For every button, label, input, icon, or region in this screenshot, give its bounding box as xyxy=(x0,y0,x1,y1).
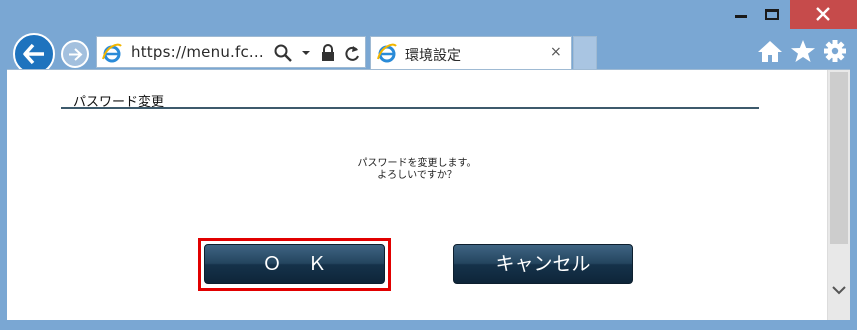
home-icon[interactable] xyxy=(757,39,783,63)
maximize-button[interactable] xyxy=(757,0,787,29)
new-tab-button[interactable] xyxy=(573,36,597,69)
vertical-scrollbar[interactable] xyxy=(827,70,850,320)
chevron-down-icon[interactable] xyxy=(832,284,846,296)
lock-icon[interactable] xyxy=(320,43,336,63)
confirm-message-line2: よろしいですか？ xyxy=(377,170,457,181)
scrollbar-thumb[interactable] xyxy=(830,72,848,244)
gear-icon[interactable] xyxy=(822,39,848,63)
minimize-button[interactable] xyxy=(726,0,756,29)
ie-logo-icon xyxy=(377,43,397,63)
star-icon[interactable] xyxy=(790,39,816,63)
tab-close-button[interactable]: × xyxy=(550,45,562,59)
ie-logo-icon xyxy=(102,43,122,63)
address-bar[interactable]: https://menu.fc... xyxy=(96,36,366,68)
back-arrow-icon xyxy=(23,43,44,65)
ok-button[interactable]: ＯＫ xyxy=(204,244,385,284)
cancel-button[interactable]: キャンセル xyxy=(453,244,633,284)
chevron-down-icon[interactable] xyxy=(300,43,312,63)
refresh-icon[interactable] xyxy=(343,43,361,63)
page-viewport: パスワード変更 パスワードを変更します。 よろしいですか？ ＯＫ キャンセル xyxy=(7,69,850,320)
address-url[interactable]: https://menu.fc... xyxy=(131,43,264,61)
tab-environment-settings[interactable]: 環境設定 × xyxy=(370,36,572,69)
close-icon xyxy=(816,7,830,21)
search-icon[interactable] xyxy=(273,43,293,63)
forward-button[interactable] xyxy=(61,40,89,68)
forward-arrow-icon xyxy=(69,48,83,61)
section-divider xyxy=(61,107,759,109)
close-window-button[interactable] xyxy=(790,0,857,29)
tab-title: 環境設定 xyxy=(405,48,461,64)
